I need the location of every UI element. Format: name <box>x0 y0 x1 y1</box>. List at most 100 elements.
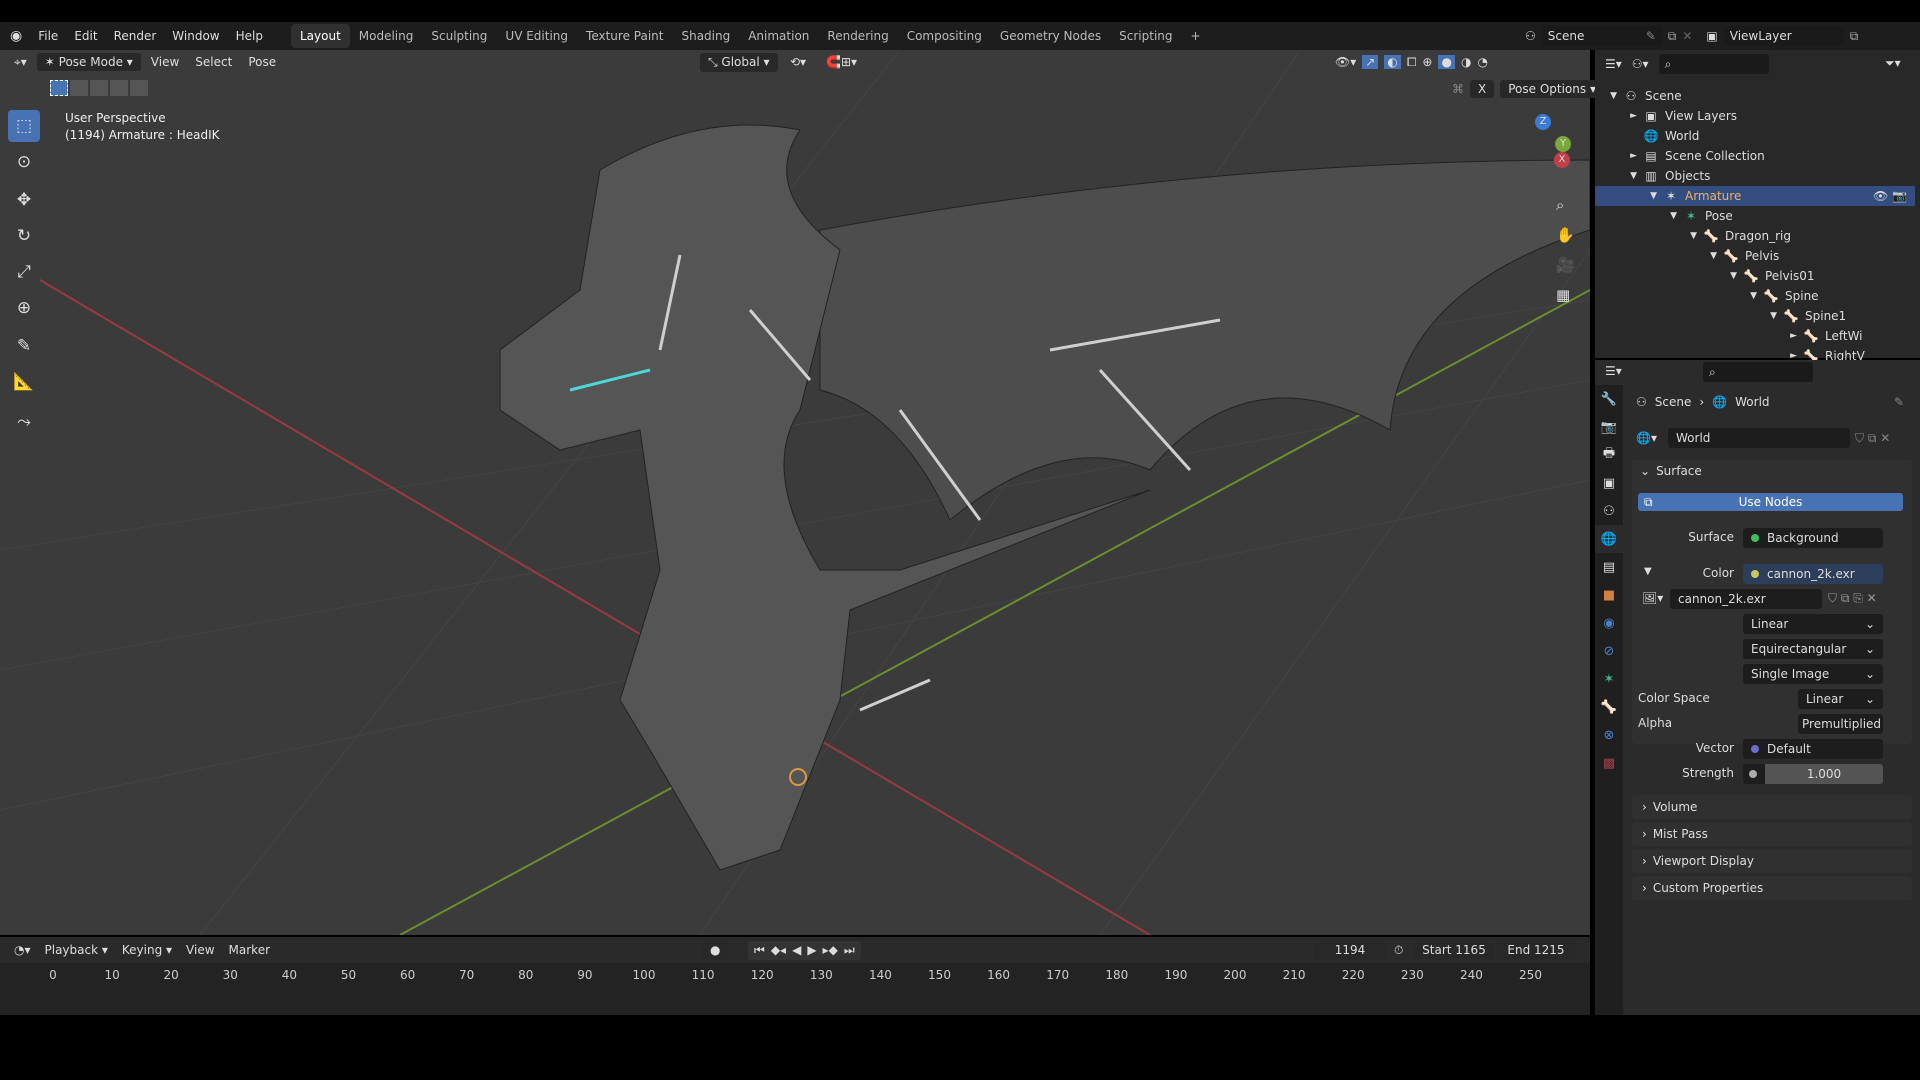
breadcrumb-world[interactable]: World <box>1735 395 1769 409</box>
cursor-tool-icon[interactable]: ⊙ <box>8 146 40 178</box>
xray-icon[interactable]: ⧠ <box>1407 55 1417 70</box>
select-new-icon[interactable] <box>50 80 68 96</box>
expand-arrow-icon[interactable]: ▼ <box>1595 211 1683 221</box>
menu-select[interactable]: Select <box>189 53 238 71</box>
pan-hand-icon[interactable]: ✋ <box>1556 226 1575 244</box>
new-scene-icon[interactable]: ⧉ <box>1668 29 1677 44</box>
outliner-item-dragon-rig[interactable]: ▼ 🦴 Dragon_rig <box>1595 226 1915 246</box>
outliner-item-objects[interactable]: ▼ ▥ Objects <box>1595 166 1915 186</box>
tab-modeling[interactable]: Modeling <box>350 24 423 48</box>
projection-dropdown[interactable]: Equirectangular ⌄ <box>1743 639 1883 659</box>
custom-properties-panel[interactable]: › Custom Properties <box>1632 876 1912 900</box>
expand-arrow-icon[interactable]: ▼ <box>1595 251 1723 261</box>
mist-pass-panel[interactable]: › Mist Pass <box>1632 822 1912 846</box>
select-intersect-icon[interactable] <box>130 80 148 96</box>
visibility-icon[interactable]: 👁▾ <box>1335 55 1356 69</box>
gizmo-z-axis[interactable]: Z <box>1535 114 1551 130</box>
jump-end-icon[interactable]: ⏭ <box>844 943 855 958</box>
select-invert-icon[interactable] <box>110 80 128 96</box>
material-shading-icon[interactable]: ◑ <box>1461 55 1471 69</box>
expand-arrow-icon[interactable]: ▼ <box>1595 91 1623 101</box>
mode-dropdown[interactable]: ✶ Pose Mode ▾ <box>36 53 141 71</box>
scene-icon[interactable]: ⚇ <box>1525 29 1536 43</box>
menu-file[interactable]: File <box>30 29 66 43</box>
delete-scene-icon[interactable]: ✕ <box>1682 29 1692 43</box>
timeline-editor-type-icon[interactable]: ◔▾ <box>8 941 37 959</box>
fake-user-icon[interactable]: ⛉ ⧉ ✕ <box>1855 431 1890 446</box>
bone-tab-icon[interactable]: 🦴 <box>1595 693 1623 721</box>
camera-view-icon[interactable]: 🎥 <box>1556 256 1575 274</box>
tab-rendering[interactable]: Rendering <box>818 24 897 48</box>
3d-viewport[interactable] <box>0 50 1590 935</box>
add-workspace-button[interactable]: + <box>1182 24 1210 48</box>
play-reverse-icon[interactable]: ◀ <box>792 943 801 958</box>
properties-editor-type-icon[interactable]: ☰▾ <box>1605 364 1622 378</box>
display-mode-icon[interactable]: ⚇▾ <box>1632 57 1649 71</box>
viewport-display-panel[interactable]: › Viewport Display <box>1632 849 1912 873</box>
outliner-item-view-layers[interactable]: ► ▣ View Layers <box>1595 106 1915 126</box>
wireframe-shading-icon[interactable]: ⊕ <box>1422 55 1432 69</box>
expand-arrow-icon[interactable]: ► <box>1595 111 1643 121</box>
tab-layout[interactable]: Layout <box>290 24 350 48</box>
breadcrumb-scene[interactable]: Scene <box>1655 395 1692 409</box>
armature-data-tab-icon[interactable]: ✶ <box>1595 665 1623 693</box>
outliner-item-pelvis[interactable]: ▼ 🦴 Pelvis <box>1595 246 1915 266</box>
blender-logo-icon[interactable]: ◉ <box>10 28 22 44</box>
alpha-dropdown[interactable]: Premultiplied <box>1798 714 1883 734</box>
tab-animation[interactable]: Animation <box>739 24 818 48</box>
visibility-render-icons[interactable]: 👁 📷 <box>1873 189 1907 203</box>
gizmo-y-axis[interactable]: Y <box>1555 136 1571 152</box>
color-input-field[interactable]: cannon_2k.exr <box>1743 564 1883 584</box>
tab-geometry-nodes[interactable]: Geometry Nodes <box>991 24 1110 48</box>
prev-keyframe-icon[interactable]: ◆◂ <box>771 943 786 958</box>
move-tool-icon[interactable]: ✥ <box>8 184 40 216</box>
properties-search-input[interactable]: ⌕ <box>1703 362 1813 382</box>
surface-shader-field[interactable]: Background <box>1743 528 1883 548</box>
interpolation-dropdown[interactable]: Linear ⌄ <box>1743 614 1883 634</box>
rotate-tool-icon[interactable]: ↻ <box>8 220 40 252</box>
current-frame-field[interactable]: 1194 <box>1314 941 1386 959</box>
view-layer-tab-icon[interactable]: ▣ <box>1595 469 1623 497</box>
use-nodes-button[interactable]: ⧉ Use Nodes <box>1638 493 1903 511</box>
perspective-grid-icon[interactable]: ▦ <box>1556 286 1575 304</box>
menu-help[interactable]: Help <box>228 29 271 43</box>
next-keyframe-icon[interactable]: ▸◆ <box>823 943 838 958</box>
scene-tab-icon[interactable]: ⚇ <box>1595 497 1623 525</box>
tab-texture-paint[interactable]: Texture Paint <box>577 24 672 48</box>
menu-view[interactable]: View <box>145 53 185 71</box>
overlays-icon[interactable]: ◐ <box>1384 55 1401 69</box>
source-dropdown[interactable]: Single Image ⌄ <box>1743 664 1883 684</box>
scene-selector[interactable]: Scene ✎ <box>1541 26 1662 46</box>
strength-slider[interactable]: 1.000 <box>1743 764 1883 784</box>
expand-arrow-icon[interactable]: ► <box>1595 331 1803 341</box>
image-actions-icons[interactable]: ⛉ ⧉ ⎘ ✕ <box>1828 591 1877 606</box>
new-view-layer-icon[interactable]: ⧉ <box>1850 29 1859 44</box>
outliner-item-leftwi[interactable]: ► 🦴 LeftWi <box>1595 326 1915 346</box>
object-tab-icon[interactable]: ■ <box>1595 581 1623 609</box>
physics-tab-icon[interactable]: ◉ <box>1595 609 1623 637</box>
navigation-gizmo[interactable]: Z Y X <box>1510 112 1580 192</box>
expand-arrow-icon[interactable]: ▼ <box>1595 311 1783 321</box>
tab-shading[interactable]: Shading <box>672 24 739 48</box>
constraints-tab-icon[interactable]: ⊘ <box>1595 637 1623 665</box>
rendered-shading-icon[interactable]: ◔ <box>1477 55 1487 69</box>
world-tab-icon[interactable]: 🌐 <box>1595 525 1623 553</box>
vector-input-field[interactable]: Default <box>1743 739 1883 759</box>
menu-render[interactable]: Render <box>106 29 165 43</box>
stopwatch-icon[interactable]: ⏱ <box>1394 943 1403 958</box>
jump-start-icon[interactable]: ⏮ <box>754 943 765 958</box>
timeline-view-menu[interactable]: View <box>180 941 220 959</box>
dragon-model[interactable] <box>499 124 1590 871</box>
expand-arrow-icon[interactable]: ▼ <box>1595 231 1703 241</box>
world-browse-icon[interactable]: 🌐▾ <box>1636 431 1657 445</box>
transform-orientation-dropdown[interactable]: ⤡ Global ▾ <box>700 52 778 72</box>
expand-arrow-icon[interactable]: ▼ <box>1595 171 1643 181</box>
outliner-item-spine[interactable]: ▼ 🦴 Spine <box>1595 286 1915 306</box>
annotate-tool-icon[interactable]: ✎ <box>8 330 40 362</box>
outliner-item-armature[interactable]: ▼ ✶ Armature 👁 📷 <box>1595 186 1915 206</box>
tab-uv-editing[interactable]: UV Editing <box>496 24 577 48</box>
menu-pose[interactable]: Pose <box>242 53 282 71</box>
surface-panel-header[interactable]: ⌄ Surface <box>1640 464 1702 478</box>
expand-arrow-icon[interactable]: ▼ <box>1595 191 1663 201</box>
tool-tab-icon[interactable]: 🔧 <box>1595 385 1623 413</box>
